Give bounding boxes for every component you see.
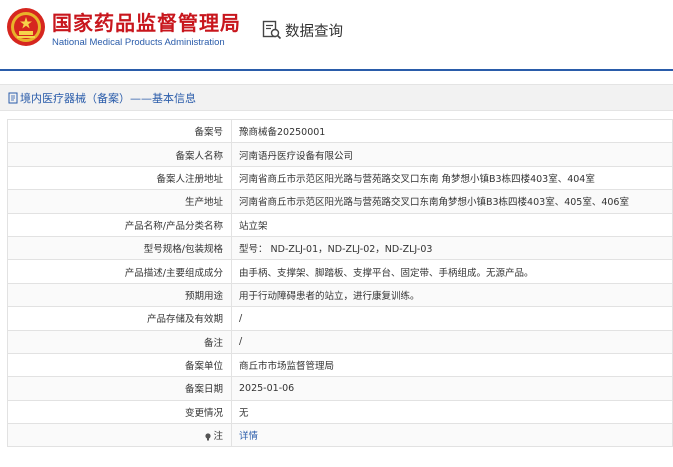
table-row: 注 详情 [7,423,673,448]
table-row: 型号规格/包装规格 型号： ND-ZLJ-01，ND-ZLJ-02，ND-ZLJ… [7,235,673,261]
table-row: 产品存储及有效期 / [7,306,673,331]
field-value: 河南省商丘市示范区阳光路与营苑路交叉口东南角梦想小镇B3栋四楼403室、405室… [231,189,673,214]
table-row: 产品描述/主要组成成分 由手柄、支撑架、脚踏板、支撑平台、固定带、手柄组成。无源… [7,259,673,284]
breadcrumb: 境内医疗器械（备案）——基本信息 [0,84,673,111]
table-row: 备案单位 商丘市市场监督管理局 [7,352,673,378]
data-query-link[interactable]: 数据查询 [285,20,343,41]
field-label: 预期用途 [7,282,232,308]
field-label: 备注 [7,329,232,354]
field-value: / [231,329,673,354]
header-divider [0,69,673,71]
field-label: 产品名称/产品分类名称 [7,212,232,237]
field-value: 豫商械备20250001 [231,118,673,144]
field-label: 生产地址 [7,189,232,214]
field-label: 备案日期 [7,376,232,401]
details-link[interactable]: 详情 [239,431,258,442]
field-value: 河南语丹医疗设备有限公司 [231,142,673,167]
table-row: 变更情况 无 [7,399,673,425]
field-value: 2025-01-06 [231,376,673,401]
field-label: 变更情况 [7,399,232,425]
site-header: 国家药品监督管理局 National Medical Products Admi… [0,0,673,70]
table-row: 备案日期 2025-01-06 [7,376,673,401]
table-row: 产品名称/产品分类名称 站立架 [7,212,673,237]
table-row: 备案人名称 河南语丹医疗设备有限公司 [7,142,673,167]
field-value: / [231,306,673,331]
field-label: 产品存储及有效期 [7,306,232,331]
table-row: 备案号 豫商械备20250001 [7,118,673,144]
field-value: 无 [231,399,673,425]
field-label: 产品描述/主要组成成分 [7,259,232,284]
site-subtitle: National Medical Products Administration [52,37,225,48]
field-label: 备案号 [7,118,232,144]
field-label: 备案人注册地址 [7,165,232,191]
field-label: 注 [213,431,223,443]
note-label-cell: 注 [7,423,232,448]
field-value: 商丘市市场监督管理局 [231,352,673,378]
field-value: 站立架 [231,212,673,237]
field-label: 型号规格/包装规格 [7,235,232,261]
table-row: 预期用途 用于行动障碍患者的站立，进行康复训练。 [7,282,673,308]
lightbulb-icon [205,433,212,441]
field-value: 用于行动障碍患者的站立，进行康复训练。 [231,282,673,308]
table-row: 备案人注册地址 河南省商丘市示范区阳光路与营苑路交叉口东南 角梦想小镇B3栋四楼… [7,165,673,191]
national-emblem-icon [7,8,45,46]
detail-table: 备案号 豫商械备20250001 备案人名称 河南语丹医疗设备有限公司 备案人注… [7,118,673,448]
table-row: 生产地址 河南省商丘市示范区阳光路与营苑路交叉口东南角梦想小镇B3栋四楼403室… [7,189,673,214]
field-value: 由手柄、支撑架、脚踏板、支撑平台、固定带、手柄组成。无源产品。 [231,259,673,284]
field-value: 详情 [231,423,673,448]
field-value: 型号： ND-ZLJ-01，ND-ZLJ-02，ND-ZLJ-03 [231,235,673,261]
field-label: 备案人名称 [7,142,232,167]
data-query-icon[interactable] [262,20,282,40]
field-label: 备案单位 [7,352,232,378]
table-row: 备注 / [7,329,673,354]
field-value: 河南省商丘市示范区阳光路与营苑路交叉口东南 角梦想小镇B3栋四楼403室、404… [231,165,673,191]
breadcrumb-text: 境内医疗器械（备案）——基本信息 [20,92,196,105]
document-icon [8,92,18,104]
site-title: 国家药品监督管理局 [52,11,241,35]
